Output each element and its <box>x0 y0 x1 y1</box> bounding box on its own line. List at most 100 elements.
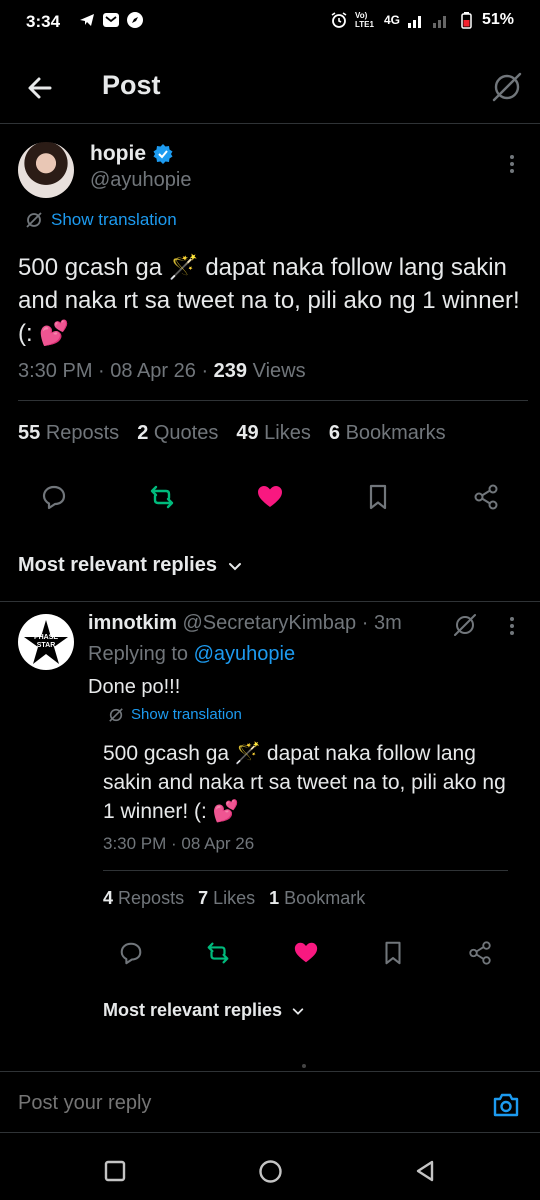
volte-label: Vo) LTE1 <box>354 11 374 29</box>
top-app-bar: Post <box>0 56 540 124</box>
views-count: 239 <box>213 360 248 382</box>
verified-badge-icon <box>153 144 173 164</box>
translate-icon <box>26 212 42 228</box>
author-line: hopie <box>90 142 174 166</box>
signal-2-icon <box>432 16 446 28</box>
reply-likes-label: Likes <box>213 888 256 908</box>
reply-more-options-icon[interactable] <box>502 616 522 636</box>
reply-translated-text: 500 gcash ga 🪄 dapat naka follow lang sa… <box>103 742 506 823</box>
signal-icon <box>407 16 421 28</box>
quotes-count: 2 <box>137 422 149 444</box>
repost-icon[interactable] <box>148 483 176 511</box>
grok-icon[interactable] <box>490 70 524 104</box>
author-handle[interactable]: @ayuhopie <box>90 169 191 192</box>
reply-author-name[interactable]: imnotkim <box>88 612 177 634</box>
reply-reposts-stat[interactable]: 4 Reposts <box>103 888 184 909</box>
main-post: hopie @ayuhopie Show translation 500 gca… <box>0 124 540 594</box>
back-arrow-icon[interactable] <box>24 72 56 104</box>
compose-bar <box>0 1071 540 1133</box>
reply-handle[interactable]: @SecretaryKimbap <box>182 612 356 634</box>
reply-avatar[interactable]: PHASE STAR <box>18 614 74 670</box>
translate-icon <box>109 707 123 722</box>
reply-input[interactable] <box>18 1086 458 1120</box>
show-translation-link[interactable]: Show translation <box>25 210 177 230</box>
reply-avatar-text: PHASE STAR <box>33 634 59 649</box>
camera-icon[interactable] <box>492 1092 520 1118</box>
battery-percent: 51% <box>481 11 514 28</box>
chevron-down-icon <box>228 562 241 570</box>
share-icon[interactable] <box>472 483 500 511</box>
more-options-icon[interactable] <box>502 154 522 174</box>
reply-quoted-time: 3:30 PM <box>103 834 167 853</box>
network-label: 4G <box>383 13 400 27</box>
reply-likes-count: 7 <box>198 888 209 908</box>
alarm-icon <box>331 12 347 28</box>
reposts-stat[interactable]: 55 Reposts <box>18 422 119 445</box>
page-title: Post <box>102 70 161 100</box>
post-meta: 3:30 PM · 08 Apr 26 · 239 Views <box>18 360 306 382</box>
divider <box>103 870 508 871</box>
share-icon[interactable] <box>467 940 493 966</box>
like-icon[interactable] <box>256 483 284 511</box>
reply-text: Done po!!! <box>88 676 181 698</box>
reply-likes-stat[interactable]: 7 Likes <box>198 888 255 909</box>
repost-icon[interactable] <box>205 940 231 966</box>
reply-sort-dropdown[interactable]: Most relevant replies <box>103 1000 305 1021</box>
replying-to-handle[interactable]: @ayuhopie <box>194 643 295 665</box>
reply-bookmarks-label: Bookmark <box>284 888 366 908</box>
recent-apps-icon[interactable] <box>104 1160 126 1182</box>
sort-replies-dropdown[interactable]: Most relevant replies <box>18 554 243 577</box>
battery-icon <box>461 12 472 29</box>
reply-icon[interactable] <box>118 940 144 966</box>
post-stats: 55 Reposts 2 Quotes 49 Likes 6 Bookmarks <box>18 422 446 445</box>
bookmarks-count: 6 <box>328 422 340 444</box>
grok-icon[interactable] <box>452 612 478 638</box>
avatar[interactable] <box>18 142 74 198</box>
bookmarks-stat[interactable]: 6 Bookmarks <box>329 422 446 445</box>
status-time: 3:34 <box>26 12 61 31</box>
reply-show-translation-label: Show translation <box>131 706 242 723</box>
post-actions <box>40 483 500 511</box>
reply-author-line: imnotkim @SecretaryKimbap · 3m <box>88 612 402 634</box>
bookmark-icon[interactable] <box>364 483 392 511</box>
chevron-down-icon <box>292 1007 304 1015</box>
back-icon[interactable] <box>414 1159 436 1183</box>
compass-icon <box>127 12 143 28</box>
replying-to-line: Replying to @ayuhopie <box>88 643 295 666</box>
reply-time-ago: 3m <box>373 612 402 634</box>
author-name[interactable]: hopie <box>90 142 146 166</box>
reply-show-translation-link[interactable]: Show translation <box>108 706 242 723</box>
views-label: Views <box>252 360 306 382</box>
likes-count: 49 <box>236 422 259 444</box>
replying-to-label: Replying to <box>88 643 189 665</box>
sort-label: Most relevant replies <box>18 554 217 576</box>
reply-bookmarks-stat[interactable]: 1 Bookmark <box>269 888 365 909</box>
reply-bookmarks-count: 1 <box>269 888 280 908</box>
reply-reposts-count: 4 <box>103 888 114 908</box>
reply-post: PHASE STAR imnotkim @SecretaryKimbap · 3… <box>0 602 540 1042</box>
status-right-icons: Vo) LTE1 4G 51% <box>330 11 514 29</box>
reply-icon[interactable] <box>40 483 68 511</box>
system-nav-bar <box>0 1134 540 1200</box>
post-text: 500 gcash ga 🪄 dapat naka follow lang sa… <box>18 254 520 347</box>
reply-sort-label: Most relevant replies <box>103 1000 283 1020</box>
status-bar: 3:34 Vo) LTE1 4G 51% <box>0 0 540 46</box>
reply-quoted-meta: 3:30 PM · 08 Apr 26 <box>103 834 255 853</box>
telegram-icon <box>80 14 94 26</box>
post-date: 08 Apr 26 <box>110 360 196 382</box>
reposts-label: Reposts <box>45 422 120 444</box>
post-time: 3:30 PM <box>18 360 93 382</box>
divider <box>18 400 528 401</box>
quotes-label: Quotes <box>153 422 219 444</box>
status-notification-icons <box>78 11 144 29</box>
likes-label: Likes <box>264 422 311 444</box>
quotes-stat[interactable]: 2 Quotes <box>137 422 218 445</box>
bookmark-icon[interactable] <box>380 940 406 966</box>
home-icon[interactable] <box>258 1159 283 1184</box>
loading-dot <box>302 1064 306 1068</box>
reply-quoted-date: 08 Apr 26 <box>181 834 255 853</box>
like-icon[interactable] <box>293 940 319 966</box>
reposts-count: 55 <box>18 422 41 444</box>
likes-stat[interactable]: 49 Likes <box>236 422 311 445</box>
reply-actions <box>118 940 493 966</box>
